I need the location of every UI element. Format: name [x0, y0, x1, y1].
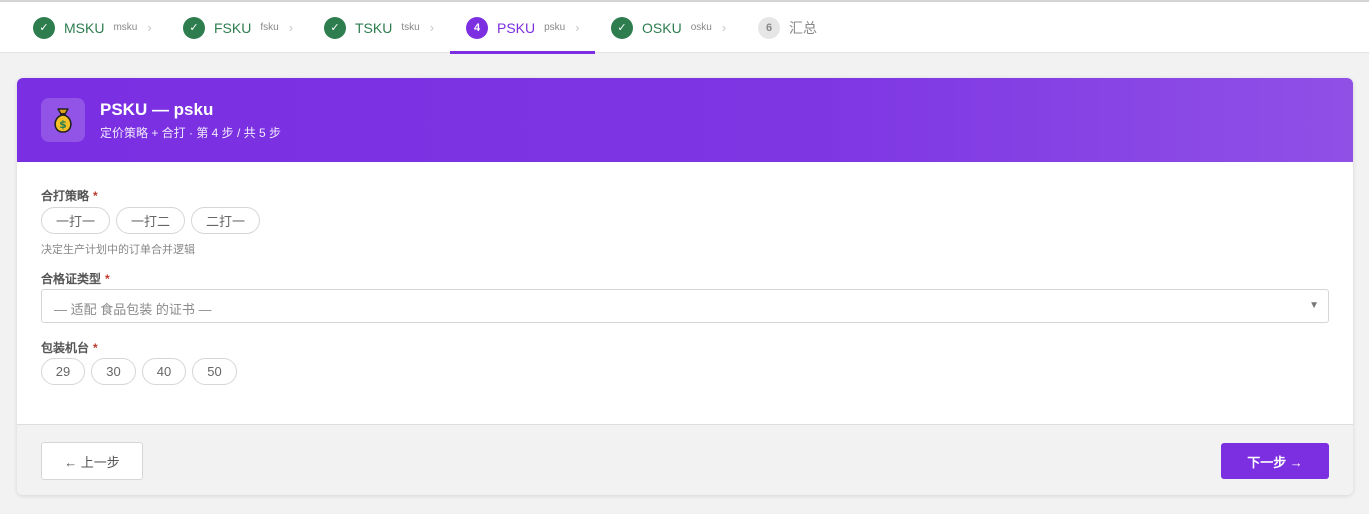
card-subtitle: 定价策略 + 合打 · 第 4 步 / 共 5 步: [100, 126, 282, 140]
chevron-right-icon: ›: [721, 20, 727, 35]
machine-option-40[interactable]: 40: [142, 358, 186, 385]
machine-option-29[interactable]: 29: [41, 358, 85, 385]
step-sublabel: fsku: [260, 22, 279, 33]
certificate-type-label: 合格证类型 *: [41, 272, 110, 286]
merge-strategy-label: 合打策略 *: [41, 189, 98, 203]
step-summary[interactable]: 6 汇总: [758, 2, 817, 53]
next-step-button[interactable]: 下一步 →: [1221, 443, 1329, 479]
chevron-right-icon: ›: [288, 20, 294, 35]
step-label: TSKU: [355, 19, 393, 36]
step-psku[interactable]: 4 PSKU psku ›: [466, 2, 580, 53]
form-card: $ PSKU — psku 定价策略 + 合打 · 第 4 步 / 共 5 步 …: [17, 78, 1353, 495]
step-label: 汇总: [789, 19, 817, 36]
money-bag-icon: $: [41, 98, 85, 142]
step-sublabel: tsku: [401, 22, 420, 33]
check-icon: ✓: [33, 16, 55, 39]
packing-machine-label: 包装机台 *: [41, 341, 98, 355]
certificate-type-select[interactable]: — 适配 食品包装 的证书 — ▼: [41, 289, 1329, 323]
step-label: OSKU: [642, 19, 682, 36]
step-msku[interactable]: ✓ MSKU msku ›: [33, 2, 152, 53]
step-sublabel: msku: [113, 22, 138, 33]
select-placeholder: — 适配 食品包装 的证书 —: [54, 302, 212, 317]
step-label: PSKU: [497, 19, 536, 36]
merge-strategy-hint: 决定生产计划中的订单合并逻辑: [41, 244, 195, 256]
card-header: $ PSKU — psku 定价策略 + 合打 · 第 4 步 / 共 5 步: [17, 78, 1353, 162]
svg-text:$: $: [59, 118, 67, 131]
chevron-right-icon: ›: [575, 20, 580, 35]
step-label: FSKU: [214, 19, 252, 36]
chevron-right-icon: ›: [429, 20, 435, 35]
card-title: PSKU — psku: [100, 100, 214, 119]
step-fsku[interactable]: ✓ FSKU fsku ›: [183, 2, 293, 53]
required-mark: *: [105, 272, 110, 286]
card-footer: ← 上一步 下一步 →: [17, 424, 1353, 495]
step-number-badge: 4: [466, 16, 488, 39]
required-mark: *: [93, 341, 98, 355]
merge-option-1to1[interactable]: 一打一: [41, 207, 110, 234]
check-icon: ✓: [324, 16, 346, 39]
step-sublabel: osku: [690, 22, 712, 33]
step-osku[interactable]: ✓ OSKU osku ›: [611, 2, 726, 53]
active-step-indicator: [450, 51, 595, 54]
machine-option-50[interactable]: 50: [192, 358, 237, 385]
chevron-down-icon: ▼: [1309, 300, 1319, 311]
step-tsku[interactable]: ✓ TSKU tsku ›: [324, 2, 434, 53]
prev-step-button[interactable]: ← 上一步: [41, 442, 143, 480]
step-label: MSKU: [64, 19, 105, 36]
check-icon: ✓: [611, 16, 633, 39]
step-sublabel: psku: [544, 22, 566, 33]
merge-option-1to2[interactable]: 一打二: [116, 207, 185, 234]
check-icon: ✓: [183, 16, 205, 39]
chevron-right-icon: ›: [147, 20, 152, 35]
stepper: ✓ MSKU msku › ✓ FSKU fsku › ✓ TSKU tsku …: [0, 2, 1369, 54]
required-mark: *: [93, 189, 98, 203]
merge-option-2to1[interactable]: 二打一: [191, 207, 260, 234]
step-number-badge: 6: [758, 16, 780, 39]
machine-option-30[interactable]: 30: [91, 358, 136, 385]
